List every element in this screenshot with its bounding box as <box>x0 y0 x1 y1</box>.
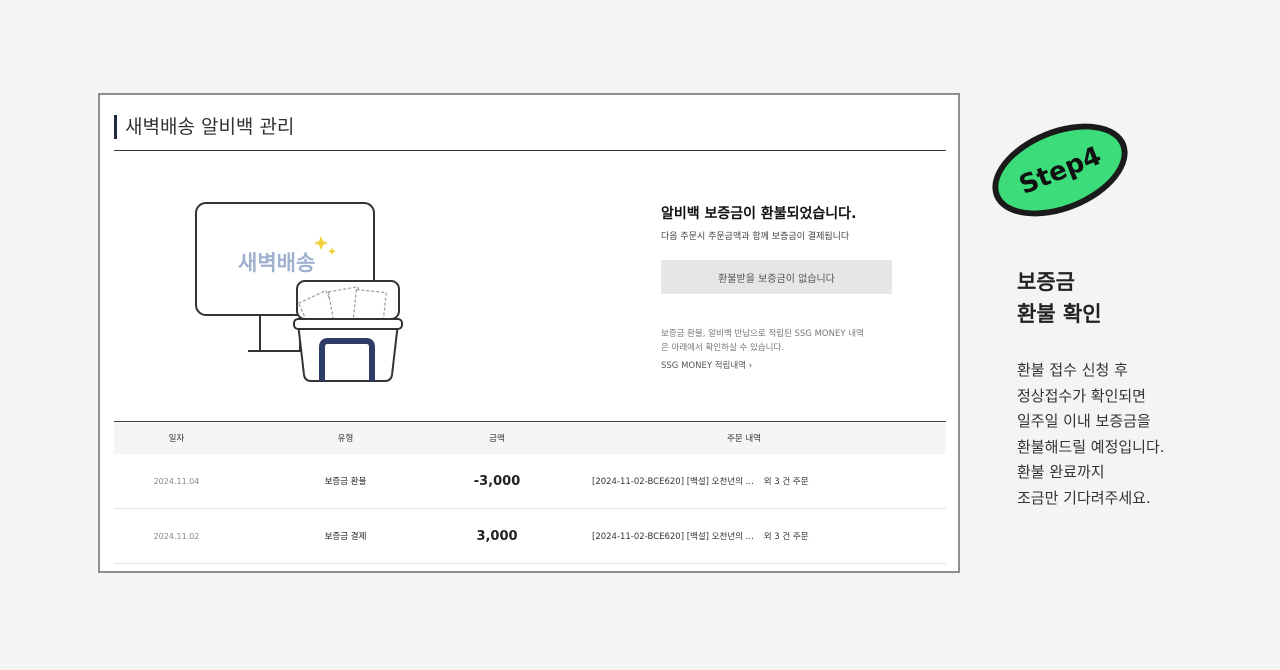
side-heading-line: 환불 확인 <box>1017 302 1102 326</box>
ssg-money-notice: 보증금 환불, 알비백 반납으로 적립된 SSG MONEY 내역 은 아래에서… <box>661 327 901 355</box>
table-row: 2024.11.02 보증금 결제 3,000 [2024-11-02-BCE6… <box>114 509 946 564</box>
row-type: 보증금 환불 <box>324 477 367 487</box>
bag-body <box>296 322 400 382</box>
desc-line: 환불 접수 신청 후 <box>1017 361 1128 379</box>
side-description: 환불 접수 신청 후 정상접수가 확인되면 일주일 이내 보증금을 환불해드릴 … <box>1017 358 1165 512</box>
refund-info: 알비백 보증금이 환불되었습니다. 다음 주문시 주문금액과 함께 보증금이 결… <box>661 203 901 371</box>
row-order[interactable]: [2024-11-02-BCE620] [백설] 오천년의 ... 외 3 건 주… <box>542 530 946 542</box>
page-title: 새벽배송 알비백 관리 <box>114 115 294 139</box>
refund-status-subtitle: 다음 주문시 주문금액과 함께 보증금이 결제됩니다 <box>661 232 850 242</box>
desc-line: 환불 완료까지 <box>1017 463 1105 482</box>
row-date: 2024.11.02 <box>153 531 200 541</box>
notice-line: 은 아래에서 확인하실 수 있습니다. <box>661 343 784 353</box>
table-header: 일자 유형 금액 주문 내역 <box>114 421 946 454</box>
desc-line: 환불해드릴 예정입니다. <box>1017 437 1165 456</box>
row-type: 보증금 결제 <box>324 532 367 542</box>
order-summary[interactable]: [2024-11-02-BCE620] [백설] 오천년의 ... <box>592 477 754 487</box>
desc-line: 일주일 이내 보증금을 <box>1017 412 1151 431</box>
row-amount: 3,000 <box>476 528 518 544</box>
row-order[interactable]: [2024-11-02-BCE620] [백설] 오천년의 ... 외 3 건 주… <box>542 475 946 487</box>
order-extra-count: 외 3 건 주문 <box>763 532 809 542</box>
desc-line: 조금만 기다려주세요. <box>1017 488 1151 507</box>
header-order: 주문 내역 <box>727 434 761 444</box>
order-extra-count: 외 3 건 주문 <box>763 477 809 487</box>
refund-button[interactable]: 환불받을 보증금이 없습니다 <box>661 260 892 294</box>
side-heading-line: 보증금 <box>1017 270 1075 294</box>
desc-line: 정상접수가 확인되면 <box>1017 386 1146 405</box>
table-row: 2024.11.04 보증금 환불 -3,000 [2024-11-02-BCE… <box>114 454 946 509</box>
dawn-delivery-logo: 새벽배송 <box>238 251 315 275</box>
row-amount: -3,000 <box>473 473 521 489</box>
monitor-bag-illustration: 새벽배송 <box>195 202 403 382</box>
bag-rim <box>293 318 403 330</box>
title-divider <box>114 150 946 151</box>
row-date: 2024.11.04 <box>153 476 200 486</box>
notice-line: 보증금 환불, 알비백 반납으로 적립된 SSG MONEY 내역 <box>661 329 864 339</box>
header-date: 일자 <box>168 434 185 444</box>
header-amount: 금액 <box>489 434 505 444</box>
ssg-money-history-link[interactable]: SSG MONEY 적립내역 › <box>661 359 901 371</box>
deposit-history-table: 일자 유형 금액 주문 내역 2024.11.04 보증금 환불 -3,000 … <box>114 421 946 564</box>
step-badge: Step4 <box>992 123 1128 217</box>
albibag-management-panel: 새벽배송 알비백 관리 새벽배송 알비백 보증금이 환불되었습니다. 다음 주문… <box>98 93 960 573</box>
refund-status-title: 알비백 보증금이 환불되었습니다. <box>661 206 857 222</box>
order-summary[interactable]: [2024-11-02-BCE620] [백설] 오천년의 ... <box>592 532 754 542</box>
side-heading: 보증금 환불 확인 <box>1017 266 1102 330</box>
header-type: 유형 <box>337 434 354 444</box>
